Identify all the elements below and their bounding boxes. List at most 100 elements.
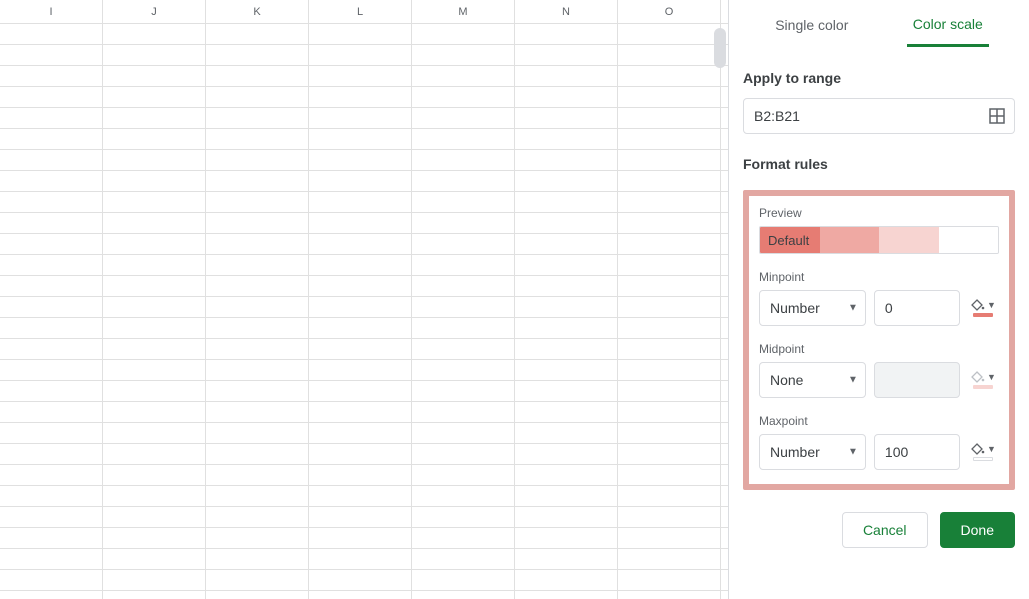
cell[interactable] xyxy=(103,87,206,107)
minpoint-value-input[interactable] xyxy=(874,290,960,326)
cell[interactable] xyxy=(309,423,412,443)
cell[interactable] xyxy=(206,423,309,443)
cell[interactable] xyxy=(206,276,309,296)
cell[interactable] xyxy=(0,360,103,380)
cell[interactable] xyxy=(0,528,103,548)
cell[interactable] xyxy=(515,150,618,170)
cell[interactable] xyxy=(206,297,309,317)
cell[interactable] xyxy=(309,381,412,401)
cell[interactable] xyxy=(206,150,309,170)
cell[interactable] xyxy=(618,24,721,44)
cell[interactable] xyxy=(515,24,618,44)
preview-gradient[interactable]: Default xyxy=(759,226,999,254)
cell[interactable] xyxy=(0,423,103,443)
cell[interactable] xyxy=(412,171,515,191)
cell[interactable] xyxy=(103,24,206,44)
cell[interactable] xyxy=(618,402,721,422)
cell[interactable] xyxy=(309,318,412,338)
cell[interactable] xyxy=(206,507,309,527)
cell[interactable] xyxy=(206,129,309,149)
column-header[interactable]: J xyxy=(103,0,206,23)
cell[interactable] xyxy=(309,87,412,107)
cell[interactable] xyxy=(412,234,515,254)
midpoint-type-select[interactable]: NumberPercentPercentileMin valueMax valu… xyxy=(759,362,866,398)
cell[interactable] xyxy=(309,507,412,527)
cell[interactable] xyxy=(0,444,103,464)
cell[interactable] xyxy=(0,150,103,170)
cell[interactable] xyxy=(103,549,206,569)
cell[interactable] xyxy=(0,255,103,275)
cell[interactable] xyxy=(103,150,206,170)
cancel-button[interactable]: Cancel xyxy=(842,512,928,548)
cell[interactable] xyxy=(0,276,103,296)
cell[interactable] xyxy=(309,129,412,149)
cell[interactable] xyxy=(309,402,412,422)
cell[interactable] xyxy=(0,591,103,599)
cell[interactable] xyxy=(103,591,206,599)
cell[interactable] xyxy=(0,318,103,338)
cell[interactable] xyxy=(103,360,206,380)
cell[interactable] xyxy=(515,108,618,128)
cell[interactable] xyxy=(103,255,206,275)
cell[interactable] xyxy=(0,45,103,65)
cell[interactable] xyxy=(206,24,309,44)
cell[interactable] xyxy=(0,129,103,149)
cell[interactable] xyxy=(412,381,515,401)
cell[interactable] xyxy=(206,66,309,86)
cell[interactable] xyxy=(309,108,412,128)
cell[interactable] xyxy=(103,318,206,338)
column-header[interactable]: O xyxy=(618,0,721,23)
cell[interactable] xyxy=(515,402,618,422)
cell[interactable] xyxy=(412,276,515,296)
cell[interactable] xyxy=(206,570,309,590)
cell[interactable] xyxy=(309,444,412,464)
cell[interactable] xyxy=(309,360,412,380)
cell[interactable] xyxy=(206,45,309,65)
cell[interactable] xyxy=(618,213,721,233)
cell[interactable] xyxy=(309,339,412,359)
cell[interactable] xyxy=(103,570,206,590)
cell[interactable] xyxy=(309,24,412,44)
cell[interactable] xyxy=(206,528,309,548)
cell[interactable] xyxy=(206,339,309,359)
cell[interactable] xyxy=(515,129,618,149)
cell[interactable] xyxy=(103,192,206,212)
cell[interactable] xyxy=(618,276,721,296)
cell[interactable] xyxy=(206,486,309,506)
cell[interactable] xyxy=(0,297,103,317)
cell[interactable] xyxy=(103,213,206,233)
cell[interactable] xyxy=(515,444,618,464)
cell[interactable] xyxy=(309,171,412,191)
cell[interactable] xyxy=(515,66,618,86)
cell[interactable] xyxy=(618,465,721,485)
cell[interactable] xyxy=(618,528,721,548)
cell[interactable] xyxy=(309,528,412,548)
cell[interactable] xyxy=(412,87,515,107)
cell[interactable] xyxy=(0,234,103,254)
range-input[interactable] xyxy=(743,98,983,134)
cell[interactable] xyxy=(618,423,721,443)
minpoint-color-button[interactable]: ▼ xyxy=(968,299,999,317)
cell[interactable] xyxy=(515,486,618,506)
cell[interactable] xyxy=(515,465,618,485)
cell[interactable] xyxy=(206,360,309,380)
cell[interactable] xyxy=(0,339,103,359)
cell[interactable] xyxy=(206,318,309,338)
cell[interactable] xyxy=(309,465,412,485)
cell[interactable] xyxy=(412,528,515,548)
column-header[interactable]: K xyxy=(206,0,309,23)
cell[interactable] xyxy=(412,150,515,170)
cell[interactable] xyxy=(309,45,412,65)
cell[interactable] xyxy=(618,297,721,317)
cell[interactable] xyxy=(515,171,618,191)
maxpoint-value-input[interactable] xyxy=(874,434,960,470)
cell[interactable] xyxy=(618,150,721,170)
cell[interactable] xyxy=(618,360,721,380)
cell[interactable] xyxy=(103,402,206,422)
cell[interactable] xyxy=(618,45,721,65)
cell[interactable] xyxy=(515,87,618,107)
cell[interactable] xyxy=(618,486,721,506)
cell[interactable] xyxy=(618,66,721,86)
cell[interactable] xyxy=(0,465,103,485)
cell[interactable] xyxy=(412,192,515,212)
